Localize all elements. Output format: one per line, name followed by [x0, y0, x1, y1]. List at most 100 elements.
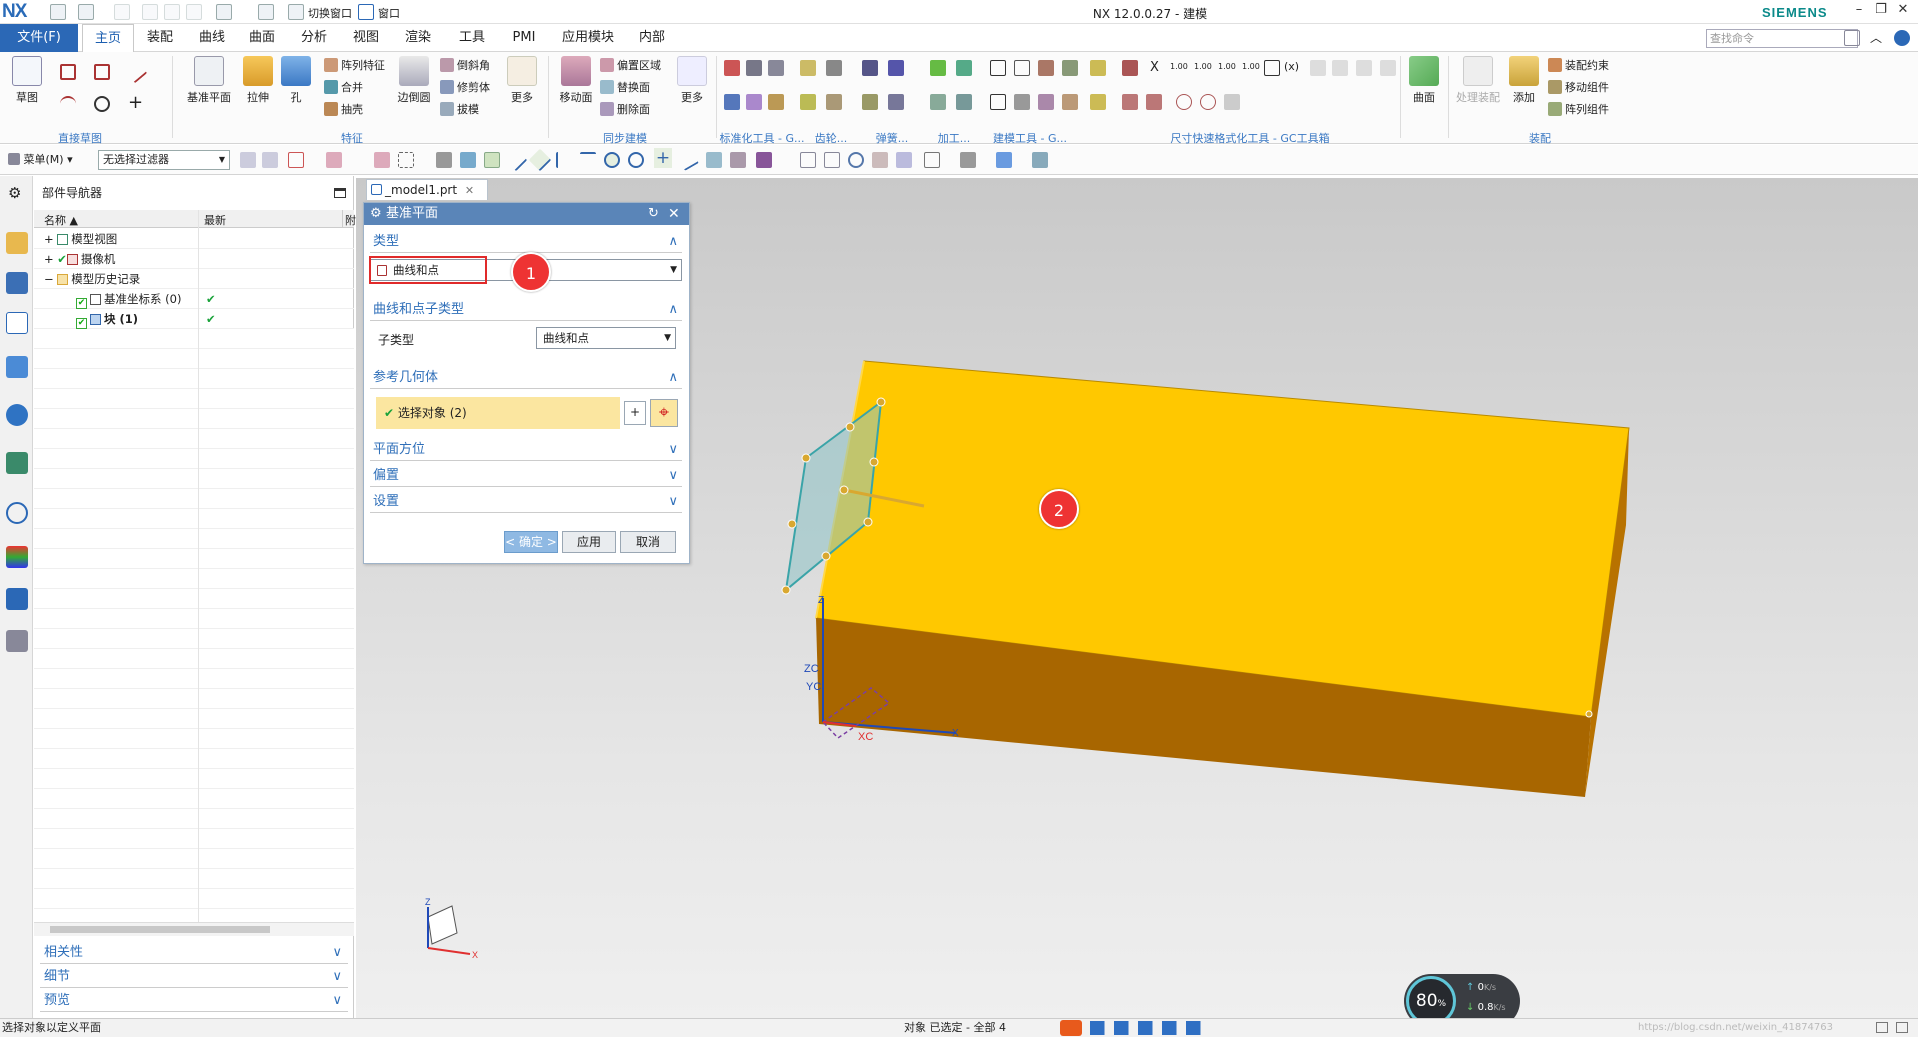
spring-tool-icon[interactable]: [888, 60, 904, 76]
redo-icon[interactable]: [114, 4, 130, 20]
render-style-icon[interactable]: [960, 152, 976, 168]
tree-row-model-views[interactable]: + 模型视图: [34, 229, 354, 249]
build-tool-icon[interactable]: [1038, 60, 1054, 76]
menu-button[interactable]: 菜单(M) ▾: [8, 151, 73, 167]
paste-icon[interactable]: [186, 4, 202, 20]
build-tool-icon[interactable]: [1090, 60, 1106, 76]
close-icon[interactable]: ✕: [668, 203, 680, 225]
shell-button[interactable]: 抽壳: [324, 100, 363, 120]
maximize-panel-icon[interactable]: [334, 188, 346, 198]
visibility-icon[interactable]: [1032, 152, 1048, 168]
build-tool-icon[interactable]: [990, 60, 1006, 76]
snap-point-icon[interactable]: [484, 152, 500, 168]
snap-quadrant-icon[interactable]: [628, 152, 644, 168]
replace-face-button[interactable]: 替换面: [600, 78, 650, 98]
delete-face-button[interactable]: 删除面: [600, 100, 650, 120]
restore-button[interactable]: ❐: [1870, 2, 1892, 22]
dim-tool-icon[interactable]: [1122, 60, 1138, 76]
spring-tool-icon[interactable]: [862, 60, 878, 76]
arc-icon[interactable]: [60, 96, 76, 112]
build-tool-icon[interactable]: [990, 94, 1006, 110]
line-icon[interactable]: [124, 60, 148, 84]
constraint-navigator-icon[interactable]: [6, 272, 28, 294]
machining-tool-icon[interactable]: [930, 94, 946, 110]
touch-mode-icon[interactable]: [216, 4, 232, 20]
tolerance-icon[interactable]: [1356, 60, 1372, 76]
process-assembly-button[interactable]: 处理装配: [1452, 56, 1504, 105]
history-icon[interactable]: [6, 452, 28, 474]
help-icon[interactable]: [1894, 30, 1910, 46]
tree-row-block[interactable]: ✔ 块 (1) ✔: [34, 309, 354, 329]
scrollbar-thumb[interactable]: [50, 926, 270, 933]
add-curve-button[interactable]: +: [624, 401, 646, 425]
spring-tool-icon[interactable]: [888, 94, 904, 110]
status-icon[interactable]: [1896, 1022, 1908, 1033]
tree-row-datum-csys[interactable]: ✔ 基准坐标系 (0) ✔: [34, 289, 354, 309]
tab-internal[interactable]: 内部: [630, 24, 674, 52]
column-name[interactable]: 名称 ▲: [44, 212, 78, 228]
visualization-icon[interactable]: [6, 546, 28, 568]
gc-tool-icon[interactable]: [746, 94, 762, 110]
view-tool-icon[interactable]: [896, 152, 912, 168]
gc-tool-icon[interactable]: [768, 60, 784, 76]
rectangle-icon[interactable]: [94, 64, 110, 80]
select-tool-icon[interactable]: [288, 152, 304, 168]
tab-applications[interactable]: 应用模块: [556, 24, 620, 52]
dialog-title-bar[interactable]: ⚙ 基准平面 ↻ ✕: [364, 203, 689, 225]
hole-button[interactable]: 孔: [280, 56, 312, 105]
subtype-dropdown[interactable]: 曲线和点 ▼: [536, 327, 676, 349]
dim-tool-icon[interactable]: [1146, 94, 1162, 110]
dim-tool-icon[interactable]: [1200, 94, 1216, 110]
move-component-button[interactable]: 移动组件: [1548, 78, 1609, 98]
apply-button[interactable]: 应用: [562, 531, 616, 553]
tolerance-icon[interactable]: [1310, 60, 1326, 76]
assembly-constraint-button[interactable]: 装配约束: [1548, 56, 1609, 76]
snap-intersect-icon[interactable]: [580, 152, 596, 168]
tab-assembly[interactable]: 装配: [138, 24, 182, 52]
dim-tool-icon[interactable]: [1122, 94, 1138, 110]
datum-plane-button[interactable]: 基准平面: [180, 56, 238, 105]
view-tool-icon[interactable]: [872, 152, 888, 168]
build-tool-icon[interactable]: [1038, 94, 1054, 110]
sketch-button[interactable]: 草图: [6, 56, 48, 105]
trim-body-button[interactable]: 修剪体: [440, 78, 490, 98]
window-icon[interactable]: [358, 4, 374, 20]
gear-tool-icon[interactable]: [800, 94, 816, 110]
draft-button[interactable]: 拔模: [440, 100, 479, 120]
tab-tools[interactable]: 工具: [450, 24, 494, 52]
profile-icon[interactable]: [60, 64, 76, 80]
build-tool-icon[interactable]: [1014, 60, 1030, 76]
undo-icon[interactable]: [78, 4, 94, 20]
select-tool-icon[interactable]: [374, 152, 390, 168]
pattern-component-button[interactable]: 阵列组件: [1548, 100, 1609, 120]
section-subtype[interactable]: 曲线和点子类型 ∧: [370, 299, 682, 321]
build-tool-icon[interactable]: [1062, 60, 1078, 76]
dim-box-icon[interactable]: [1264, 60, 1280, 76]
snap-curve-icon[interactable]: [556, 152, 572, 168]
pattern-feature-button[interactable]: 阵列特征: [324, 56, 385, 76]
select-tool-icon[interactable]: [326, 152, 342, 168]
extrude-button[interactable]: 拉伸: [240, 56, 276, 105]
cancel-button[interactable]: 取消: [620, 531, 676, 553]
machining-tool-icon[interactable]: [930, 60, 946, 76]
gc-tool-icon[interactable]: [724, 60, 740, 76]
switch-window-icon[interactable]: [288, 4, 304, 20]
box-select-icon[interactable]: [398, 152, 414, 168]
build-tool-icon[interactable]: [1014, 94, 1030, 110]
tab-pmi[interactable]: PMI: [502, 24, 546, 52]
ime-toolbar-icons[interactable]: [1090, 1021, 1210, 1035]
selection-filter-dropdown[interactable]: 无选择过滤器 ▼: [98, 150, 230, 170]
file-menu-tab[interactable]: 文件(F): [0, 24, 78, 52]
filter-icon[interactable]: [262, 152, 278, 168]
x-dim-icon[interactable]: X: [1150, 60, 1159, 75]
close-tab-icon[interactable]: ✕: [465, 184, 474, 197]
snap-midpoint-icon[interactable]: [528, 148, 552, 172]
window-menu-button[interactable]: 窗口: [378, 5, 400, 21]
document-tab[interactable]: _model1.prt ✕: [366, 179, 488, 200]
reuse-library-icon[interactable]: [6, 356, 28, 378]
add-component-button[interactable]: 添加: [1506, 56, 1542, 105]
section-settings[interactable]: 设置 ∨: [370, 491, 682, 513]
snap-endpoint-icon[interactable]: [504, 148, 528, 172]
unite-button[interactable]: 合并: [324, 78, 363, 98]
checkbox-icon[interactable]: ✔: [76, 298, 87, 309]
